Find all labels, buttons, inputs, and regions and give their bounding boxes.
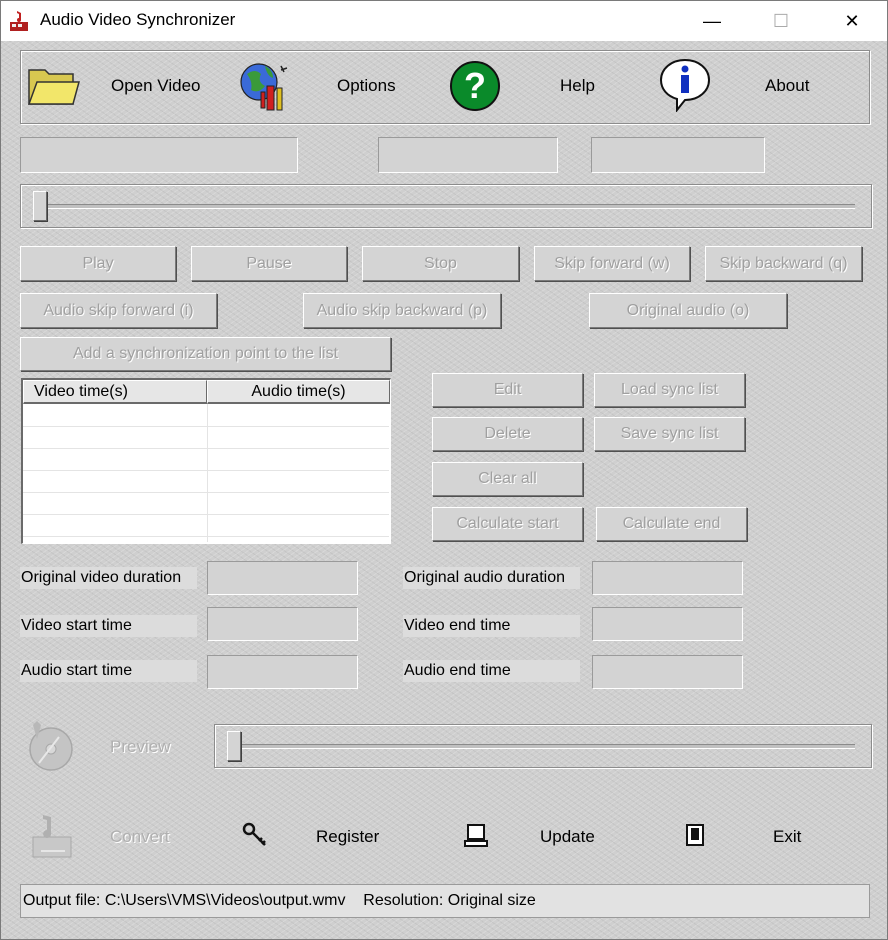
audio-end-time-label: Audio end time	[403, 660, 580, 682]
open-video-label: Open Video	[111, 76, 201, 95]
video-file-field	[20, 137, 298, 173]
globe-tools-icon	[240, 63, 288, 111]
window-title: Audio Video Synchronizer	[40, 10, 236, 29]
current-time-field	[378, 137, 558, 173]
calculate-end-button[interactable]: Calculate end	[596, 507, 747, 541]
svg-text:?: ?	[464, 65, 486, 106]
status-bar: Output file: C:\Users\VMS\Videos\output.…	[20, 884, 870, 918]
list-row-line	[23, 536, 389, 537]
close-button[interactable]: ✕	[829, 1, 875, 41]
client-area: Open Video Options ? Help About Play Pau…	[1, 41, 887, 939]
video-position-slider[interactable]	[20, 184, 872, 228]
register-label: Register	[316, 827, 380, 846]
disc-icon	[29, 721, 73, 771]
info-icon	[659, 58, 711, 112]
update-button[interactable]: Update	[461, 811, 621, 861]
exit-label: Exit	[773, 827, 802, 846]
audio-skip-backward-button[interactable]: Audio skip backward (p)	[303, 293, 501, 328]
open-video-button[interactable]: Open Video	[21, 52, 211, 120]
list-row-line	[23, 514, 389, 515]
register-button[interactable]: Register	[239, 811, 399, 861]
list-row-line	[23, 448, 389, 449]
clear-all-button[interactable]: Clear all	[432, 462, 583, 496]
convert-button[interactable]: Convert	[29, 811, 189, 861]
original-audio-duration-field	[592, 561, 743, 595]
list-row-line	[23, 492, 389, 493]
video-start-time-field	[207, 607, 358, 641]
computer-icon	[464, 824, 488, 847]
music-note-icon	[32, 815, 72, 858]
preview-label: Preview	[110, 737, 171, 756]
original-video-duration-field	[207, 561, 358, 595]
folder-icon	[27, 69, 80, 105]
original-audio-button[interactable]: Original audio (o)	[589, 293, 787, 328]
video-start-time-label: Video start time	[20, 615, 197, 637]
exit-button[interactable]: Exit	[681, 811, 821, 861]
key-icon	[242, 822, 266, 846]
update-label: Update	[540, 827, 595, 846]
slider-thumb[interactable]	[33, 191, 47, 221]
play-button[interactable]: Play	[20, 246, 176, 281]
stop-button[interactable]: Stop	[362, 246, 519, 281]
audio-start-time-field	[207, 655, 358, 689]
column-header-audio-time[interactable]: Audio time(s)	[207, 380, 390, 404]
audio-skip-forward-button[interactable]: Audio skip forward (i)	[20, 293, 217, 328]
original-video-duration-label: Original video duration	[20, 567, 197, 589]
help-label: Help	[560, 76, 595, 95]
convert-label: Convert	[110, 827, 170, 846]
video-end-time-label: Video end time	[403, 615, 580, 637]
list-row-line	[23, 470, 389, 471]
video-end-time-field	[592, 607, 743, 641]
save-sync-list-button[interactable]: Save sync list	[594, 417, 745, 451]
door-icon	[686, 824, 704, 846]
options-button[interactable]: Options	[231, 52, 411, 120]
preview-slider[interactable]	[214, 724, 872, 768]
options-label: Options	[337, 76, 396, 95]
list-row-line	[23, 426, 389, 427]
audio-end-time-field	[592, 655, 743, 689]
audio-start-time-label: Audio start time	[20, 660, 197, 682]
preview-slider-track	[229, 744, 855, 749]
column-header-video-time[interactable]: Video time(s)	[23, 380, 207, 404]
sync-list[interactable]: Video time(s) Audio time(s)	[21, 378, 391, 544]
title-bar[interactable]: Audio Video Synchronizer — ☐ ✕	[1, 1, 887, 41]
pause-button[interactable]: Pause	[191, 246, 347, 281]
app-icon	[10, 11, 28, 31]
delete-button[interactable]: Delete	[432, 417, 583, 451]
load-sync-list-button[interactable]: Load sync list	[594, 373, 745, 407]
help-button[interactable]: ? Help	[441, 52, 621, 120]
about-button[interactable]: About	[651, 52, 851, 120]
minimize-button[interactable]: —	[689, 1, 735, 41]
total-time-field	[591, 137, 765, 173]
add-sync-point-button[interactable]: Add a synchronization point to the list	[20, 337, 391, 371]
skip-backward-button[interactable]: Skip backward (q)	[705, 246, 862, 281]
edit-button[interactable]: Edit	[432, 373, 583, 407]
slider-track	[35, 204, 855, 209]
maximize-button[interactable]: ☐	[758, 1, 804, 41]
column-divider	[207, 404, 208, 542]
calculate-start-button[interactable]: Calculate start	[432, 507, 583, 541]
preview-button[interactable]: Preview	[25, 719, 185, 775]
preview-slider-thumb[interactable]	[227, 731, 241, 761]
original-audio-duration-label: Original audio duration	[403, 567, 580, 589]
skip-forward-button[interactable]: Skip forward (w)	[534, 246, 690, 281]
app-window: Audio Video Synchronizer — ☐ ✕ Open Vide…	[0, 0, 888, 940]
about-label: About	[765, 76, 810, 95]
question-icon: ?	[450, 61, 500, 111]
